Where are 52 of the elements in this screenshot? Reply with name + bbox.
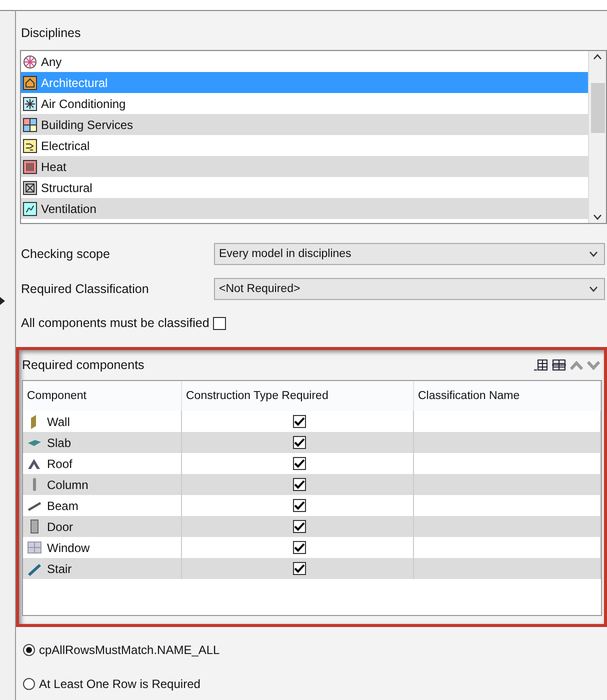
- move-down-icon[interactable]: [587, 360, 600, 370]
- wave-icon: [23, 202, 37, 216]
- checkbox[interactable]: [293, 436, 306, 449]
- scrollbar-thumb[interactable]: [590, 83, 604, 133]
- table-cell: Door: [47, 520, 74, 534]
- dropdown[interactable]: <Not Required>: [214, 278, 605, 300]
- radio-button[interactable]: [23, 678, 35, 690]
- checkbox[interactable]: [213, 316, 226, 330]
- checkbox[interactable]: [293, 562, 306, 575]
- delete-row-icon[interactable]: [552, 359, 566, 371]
- radio-button[interactable]: [23, 644, 35, 656]
- table-cell: Column: [47, 478, 88, 492]
- checkbox-label: All components must be classified: [21, 316, 210, 330]
- frame-icon: [23, 180, 37, 194]
- checkbox[interactable]: [293, 541, 306, 554]
- dropdown[interactable]: Every model in disciplines: [214, 243, 605, 265]
- house-icon: [23, 76, 37, 90]
- add-row-icon[interactable]: [534, 359, 548, 371]
- caret-icon: [589, 286, 598, 292]
- table-cell: Window: [47, 540, 90, 554]
- list-item[interactable]: Ventilation: [21, 198, 588, 219]
- checkbox[interactable]: [293, 520, 306, 533]
- snowflake-icon: [23, 96, 37, 110]
- table-cell: Slab: [47, 436, 72, 450]
- radiator-icon: [23, 160, 37, 174]
- window-icon: [27, 540, 42, 555]
- plug-icon: [23, 138, 37, 152]
- list-item[interactable]: Heat: [21, 156, 588, 177]
- table-cell: Beam: [47, 498, 78, 512]
- radio-label: At Least One Row is Required: [39, 677, 200, 691]
- section-label: Disciplines: [21, 26, 81, 40]
- list-item[interactable]: Building Services: [21, 114, 588, 135]
- caret-icon: [589, 251, 598, 257]
- scroll-up-icon: [593, 54, 602, 60]
- expand-arrow-icon[interactable]: [0, 297, 5, 305]
- table-cell: Wall: [47, 414, 70, 428]
- panel-title: Required components: [22, 358, 144, 372]
- grid-icon: [23, 118, 37, 132]
- scroll-down-icon: [593, 214, 602, 220]
- wheel-icon: [23, 54, 37, 68]
- move-up-icon[interactable]: [570, 360, 583, 370]
- field-label: Checking scope: [21, 247, 111, 261]
- checkbox[interactable]: [293, 478, 306, 491]
- checkbox[interactable]: [293, 499, 306, 512]
- scrollbar[interactable]: [588, 51, 606, 223]
- table-cell: Roof: [47, 456, 72, 470]
- stair-icon: [27, 561, 42, 576]
- checkbox[interactable]: [293, 457, 306, 470]
- checkbox[interactable]: [293, 415, 306, 428]
- table-cell: Stair: [47, 562, 72, 576]
- field-label: Required Classification: [21, 282, 150, 296]
- radio-label: cpAllRowsMustMatch.NAME_ALL: [39, 643, 220, 657]
